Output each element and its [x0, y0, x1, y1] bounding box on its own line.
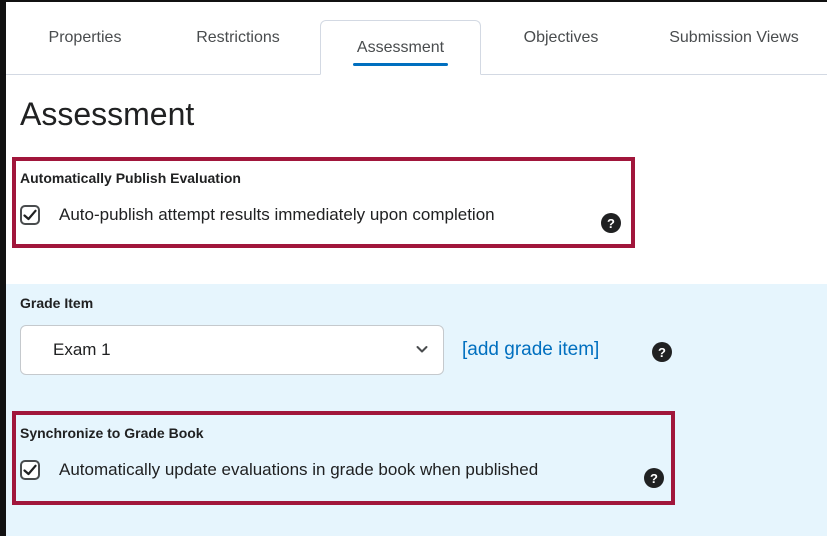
- add-grade-item-link[interactable]: [add grade item]: [462, 339, 599, 361]
- chevron-down-icon: [416, 346, 428, 353]
- tab-label: Assessment: [356, 38, 445, 56]
- auto-publish-checkbox-label[interactable]: Auto-publish attempt results immediately…: [59, 205, 495, 225]
- tab-objectives[interactable]: Objectives: [506, 2, 616, 74]
- sync-heading: Synchronize to Grade Book: [20, 425, 204, 441]
- sync-checkbox[interactable]: [20, 460, 40, 480]
- tab-restrictions[interactable]: Restrictions: [178, 2, 298, 74]
- active-tab-indicator: [353, 63, 448, 66]
- tab-assessment[interactable]: Assessment: [320, 20, 481, 75]
- question-circle-icon[interactable]: ?: [652, 342, 672, 362]
- checkmark-icon: [23, 209, 37, 221]
- page-title: Assessment: [20, 96, 195, 132]
- tab-bar: Properties Restrictions Assessment Objec…: [6, 2, 827, 75]
- grade-item-selected-value: Exam 1: [53, 340, 111, 359]
- grade-item-select[interactable]: Exam 1: [20, 325, 444, 375]
- checkmark-icon: [23, 464, 37, 476]
- tab-label: Objectives: [523, 29, 599, 46]
- grade-item-heading: Grade Item: [20, 295, 94, 311]
- sync-checkbox-label[interactable]: Automatically update evaluations in grad…: [59, 460, 538, 480]
- tab-label: Submission Views: [669, 29, 799, 46]
- tab-label: Properties: [48, 29, 122, 46]
- tab-label: Restrictions: [196, 29, 280, 46]
- question-circle-icon[interactable]: ?: [644, 468, 664, 488]
- tab-properties[interactable]: Properties: [30, 2, 140, 74]
- auto-publish-checkbox[interactable]: [20, 205, 40, 225]
- question-circle-icon[interactable]: ?: [601, 213, 621, 233]
- auto-publish-heading: Automatically Publish Evaluation: [20, 170, 241, 186]
- tab-submission-views[interactable]: Submission Views: [654, 2, 814, 74]
